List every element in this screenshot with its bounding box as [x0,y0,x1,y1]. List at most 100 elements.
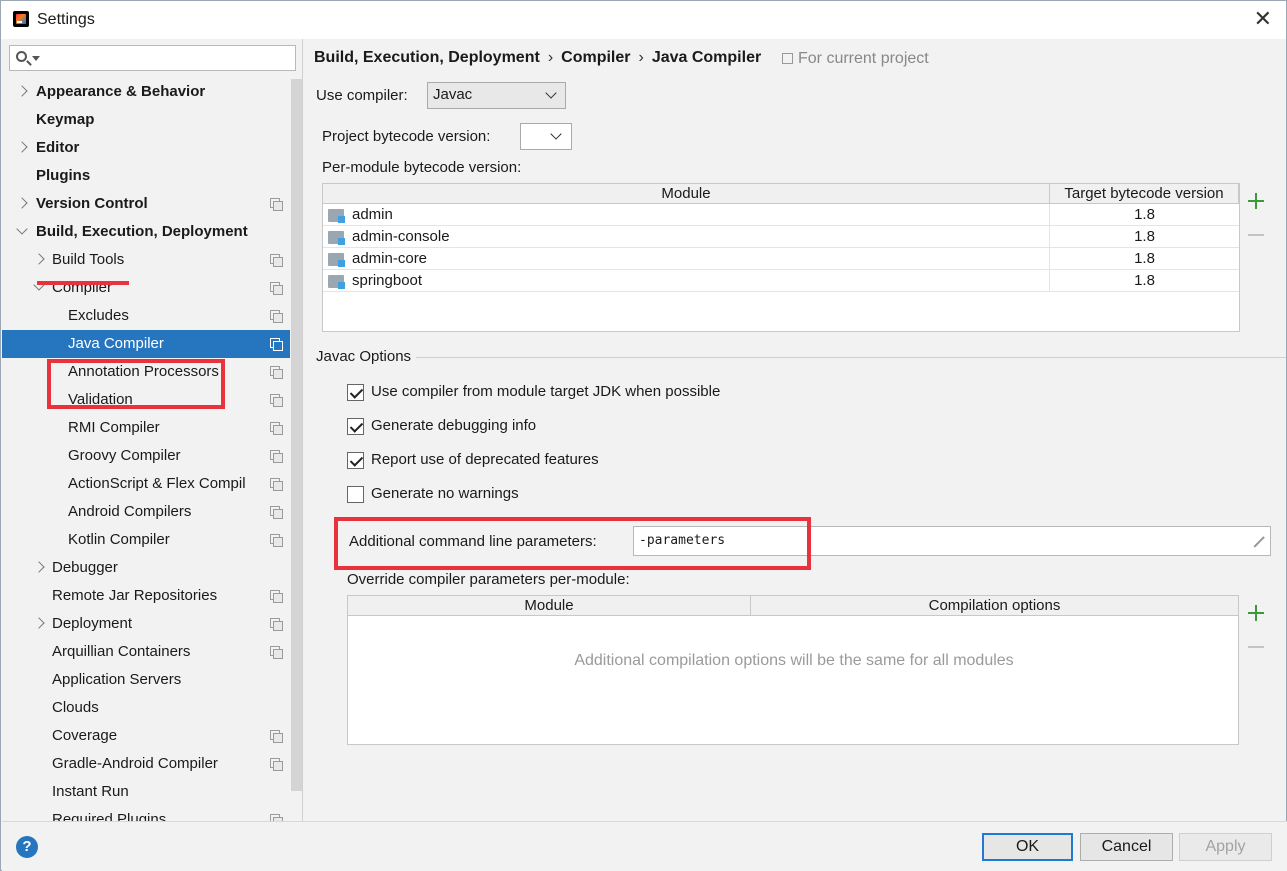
sidebar-item[interactable]: Version Control [2,190,290,218]
breadcrumb-separator: › [547,49,554,66]
breadcrumb: Build, Execution, Deployment › Compiler › Ja… [314,49,761,67]
apply-button[interactable]: Apply [1179,833,1272,861]
target-version[interactable]: 1.8 [1050,204,1239,226]
breadcrumb-item: Java Compiler [651,49,762,66]
chevron-right-icon[interactable] [16,134,30,162]
copy-icon [270,254,283,267]
option-checkbox[interactable] [347,384,364,401]
help-icon[interactable]: ? [16,836,38,858]
sidebar-item-label: RMI Compiler [68,419,160,436]
chevron-down-icon [545,87,557,99]
chevron-right-icon[interactable] [16,78,30,106]
column-header-module[interactable]: Module [348,596,751,616]
sidebar-item-label: Kotlin Compiler [68,531,170,548]
target-version[interactable]: 1.8 [1050,248,1239,270]
project-icon [782,53,793,64]
sidebar-item[interactable]: Clouds [2,694,290,722]
highlight-box-java-compiler [47,359,225,409]
chevron-right-icon[interactable] [16,190,30,218]
sidebar-item[interactable]: Deployment [2,610,290,638]
sidebar-item-label: Keymap [36,111,95,128]
override-params-label: Override compiler parameters per-module: [347,571,630,588]
sidebar-item[interactable]: Build, Execution, Deployment [2,218,290,246]
chevron-down-icon [550,128,562,140]
copy-icon [270,618,283,631]
dialog-footer: ? OK Cancel Apply [2,821,1287,871]
sidebar-item[interactable]: Plugins [2,162,290,190]
sidebar-item[interactable]: Compiler [2,274,290,302]
sidebar-item-label: Required Plugins [52,811,167,821]
plus-icon[interactable] [1246,191,1266,211]
copy-icon [270,506,283,519]
option-label[interactable]: Report use of deprecated features [371,451,599,468]
window-title: Settings [37,11,95,28]
plus-icon[interactable] [1246,603,1266,623]
copy-icon [270,282,283,295]
copy-icon [270,814,283,821]
chevron-right-icon[interactable] [33,610,47,638]
sidebar-item[interactable]: Java Compiler [2,330,290,358]
chevron-right-icon[interactable] [33,554,47,582]
sidebar-item[interactable]: Excludes [2,302,290,330]
sidebar-item[interactable]: Instant Run [2,778,290,806]
bytecode-version-select[interactable] [520,123,572,150]
table-row[interactable]: admin-console 1.8 [323,226,1239,248]
sidebar-item-label: Application Servers [52,671,182,688]
column-header-target[interactable]: Target bytecode version [1050,184,1239,204]
sidebar-item[interactable]: Coverage [2,722,290,750]
minus-icon[interactable] [1246,225,1266,245]
option-label[interactable]: Generate debugging info [371,417,536,434]
column-header-compilation-options[interactable]: Compilation options [751,596,1238,616]
sidebar-item[interactable]: Gradle-Android Compiler [2,750,290,778]
table-row[interactable]: admin-core 1.8 [323,248,1239,270]
option-checkbox[interactable] [347,418,364,435]
target-version[interactable]: 1.8 [1050,226,1239,248]
breadcrumb-item: Compiler [561,49,631,66]
sidebar-item[interactable]: Groovy Compiler [2,442,290,470]
sidebar-scroll-thumb[interactable] [291,79,302,791]
option-checkbox[interactable] [347,452,364,469]
chevron-right-icon[interactable] [33,246,47,274]
target-version[interactable]: 1.8 [1050,270,1239,292]
search-input[interactable] [9,45,296,71]
chevron-down-icon[interactable] [33,274,47,302]
sidebar-item-label: Plugins [36,167,91,184]
sidebar-item[interactable]: RMI Compiler [2,414,290,442]
option-label[interactable]: Generate no warnings [371,485,519,502]
sidebar-item-label: Java Compiler [68,335,164,352]
table-row[interactable]: springboot 1.8 [323,270,1239,292]
sidebar-item-label: Deployment [52,615,133,632]
table-header: Module Compilation options [348,596,1238,616]
close-icon[interactable]: ✕ [1254,7,1272,31]
sidebar-item-label: Build Tools [52,251,125,268]
option-label[interactable]: Use compiler from module target JDK when… [371,383,720,400]
table-row[interactable]: admin 1.8 [323,204,1239,226]
chevron-down-icon[interactable] [16,218,30,246]
sidebar-item[interactable]: Android Compilers [2,498,290,526]
column-header-module[interactable]: Module [323,184,1050,204]
sidebar-item[interactable]: ActionScript & Flex Compil [2,470,290,498]
option-checkbox[interactable] [347,486,364,503]
sidebar-item[interactable]: Arquillian Containers [2,638,290,666]
javac-options-title: Javac Options [316,348,412,365]
ok-button[interactable]: OK [982,833,1073,861]
minus-icon[interactable] [1246,637,1266,657]
sidebar-item-label: Excludes [68,307,129,324]
use-compiler-select[interactable]: Javac [427,82,566,109]
sidebar-item[interactable]: Kotlin Compiler [2,526,290,554]
sidebar-item-label: Gradle-Android Compiler [52,755,218,772]
cancel-button[interactable]: Cancel [1080,833,1173,861]
copy-icon [270,730,283,743]
sidebar-item[interactable]: Build Tools [2,246,290,274]
sidebar-item[interactable]: Editor [2,134,290,162]
sidebar-item[interactable]: Remote Jar Repositories [2,582,290,610]
sidebar-item-label: Arquillian Containers [52,643,191,660]
expand-icon[interactable] [1251,535,1265,549]
search-dropdown-icon[interactable] [32,56,40,61]
sidebar-item[interactable]: Appearance & Behavior [2,78,290,106]
sidebar-item[interactable]: Application Servers [2,666,290,694]
for-current-project: For current project [782,50,929,68]
sidebar-item[interactable]: Required Plugins [2,806,290,821]
sidebar-item[interactable]: Keymap [2,106,290,134]
sidebar-item[interactable]: Debugger [2,554,290,582]
